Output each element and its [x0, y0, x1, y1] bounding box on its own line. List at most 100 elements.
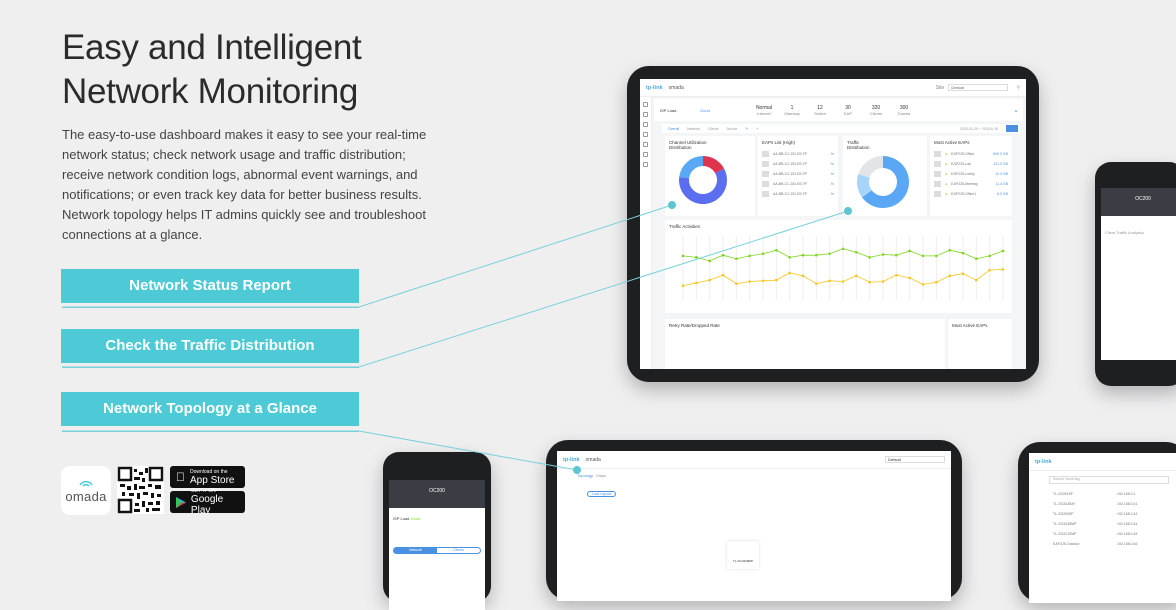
add-icon[interactable]: + — [756, 127, 758, 131]
device-icon — [934, 161, 941, 167]
tab-clients[interactable]: Clients — [708, 127, 719, 131]
data-point — [815, 253, 818, 257]
site-select[interactable]: Default — [948, 84, 1009, 91]
data-point — [895, 273, 898, 277]
clients-icon[interactable] — [643, 132, 648, 137]
switch-node[interactable]: TL-SG3428MP — [727, 541, 759, 569]
device-icon — [934, 181, 941, 187]
data-point — [935, 254, 938, 258]
list-item[interactable]: ● EAP225-Meeting 11.4 GB — [930, 179, 1012, 189]
list-item[interactable]: ● EAP225-Lab 121.0 GB — [930, 159, 1012, 169]
data-point — [921, 283, 925, 286]
dashboard-screen: tp-link omada Site Default ⚲ ISP Load Go… — [640, 79, 1026, 369]
retry-rate-card: Retry Rate/Dropped Rate — [665, 319, 945, 369]
list-item[interactable]: AA-BB-CC-DD-EE-FF -% — [758, 179, 838, 189]
device-icon — [762, 161, 769, 167]
device-name: TL-SG2210MP — [1053, 532, 1077, 536]
refresh-button[interactable] — [1006, 125, 1018, 132]
qr-code — [117, 466, 164, 514]
traffic-distribution-button[interactable]: Check the Traffic Distribution — [61, 329, 359, 363]
tab-topology[interactable]: Topology — [577, 473, 593, 478]
list-item[interactable]: ● EAP225-Office1 6.0 GB — [930, 189, 1012, 199]
data-point — [961, 251, 965, 255]
donut-slice — [679, 156, 704, 179]
stats-icon[interactable] — [643, 112, 648, 117]
data-point — [735, 282, 738, 285]
isp-load: ISP Load Good — [393, 516, 421, 521]
device-icon — [762, 171, 769, 177]
list-item[interactable]: TL-SX3016F 192.168.0.1 — [1049, 489, 1176, 499]
settings-icon[interactable] — [643, 162, 648, 167]
omada-app-icon[interactable]: omada — [61, 466, 111, 515]
devices-icon[interactable] — [643, 122, 648, 127]
edit-icon[interactable]: ✎ — [745, 127, 748, 131]
data-point — [788, 256, 791, 259]
list-item[interactable]: AA-BB-CC-DD-EE-FF -% — [758, 159, 838, 169]
list-item[interactable]: AA-BB-CC-DD-EE-FF -% — [758, 149, 838, 159]
card-title: Most Active EAPs — [934, 140, 970, 145]
app-store-badge[interactable]:  Download on theApp Store — [170, 466, 245, 488]
list-item[interactable]: TL-SG2008P 192.168.0.42 — [1049, 509, 1176, 519]
map-icon[interactable] — [643, 152, 648, 157]
list-item[interactable]: ● EAP225-Office 600.0 GB — [930, 149, 1012, 159]
card-title: Channel Utilization Distribution — [669, 140, 707, 150]
value: 12.0 GB — [995, 172, 1008, 176]
card-title: Traffic Distribution — [847, 140, 870, 150]
ip-address: 192.168.0.1 — [1117, 492, 1136, 496]
network-topology-button[interactable]: Network Topology at a Glance — [61, 392, 359, 426]
device-name: TL-SG2008P — [1053, 512, 1074, 516]
dashboard-icon[interactable] — [643, 102, 648, 107]
data-point — [801, 274, 805, 278]
value: 11.4 GB — [995, 182, 1008, 186]
search-input[interactable]: Search name/tag — [1049, 476, 1169, 484]
site-select[interactable]: Default — [885, 456, 945, 463]
list-item[interactable]: EAP225-Outdoor 192.168.0.46 — [1049, 539, 1176, 549]
list-item[interactable]: TL-SG3428XF 192.168.0.41 — [1049, 499, 1176, 509]
date-range[interactable]: 2020-01-29 ~ 2020-6-15 — [960, 127, 998, 131]
device-name: EAP225-Outdoor — [1053, 542, 1080, 546]
phone-screen: OC200 Client Traffic Analytics — [1101, 188, 1176, 360]
chevron-down-icon[interactable]: ⌄ — [1013, 106, 1019, 114]
list-item[interactable]: AA-BB-CC-DD-EE-FF -% — [758, 169, 838, 179]
data-point — [681, 254, 685, 258]
network-status-report-button[interactable]: Network Status Report — [61, 269, 359, 303]
insight-icon[interactable] — [643, 142, 648, 147]
stat-internet: Normal Internet — [755, 104, 773, 116]
eap-name: EAP225-Meeting — [951, 182, 978, 186]
main-tablet: tp-link omada Site Default ⚲ ISP Load Go… — [627, 66, 1039, 382]
phone-header: OC200 — [389, 480, 485, 508]
most-active-eaps-card: Most Active EAPs ● EAP225-Office 600.0 GB ●… — [930, 136, 1012, 216]
value: -% — [829, 192, 834, 196]
status-dot: ● — [945, 152, 948, 156]
data-point — [801, 253, 805, 257]
left-phone: OC200 ISP Load Good Network Clients — [383, 452, 491, 610]
divider — [62, 367, 359, 368]
list-item[interactable]: TL-SG3428MP 192.168.0.44 — [1049, 519, 1176, 529]
tab-overall[interactable]: Overall — [668, 127, 679, 131]
title-line-2: Network Monitoring — [62, 72, 359, 111]
data-point — [948, 248, 951, 252]
mac: AA-BB-CC-DD-EE-FF — [773, 152, 808, 156]
tab-maps[interactable]: Maps — [596, 473, 606, 478]
top-bar: tp-link omada Site Default ⚲ — [640, 79, 1026, 97]
lock-layout-button[interactable]: Lock Layout — [587, 491, 616, 497]
list-item[interactable]: TL-SG2210MP 192.168.0.45 — [1049, 529, 1176, 539]
stat-guests: 300 Guests — [897, 104, 911, 116]
tab-network[interactable]: Network — [687, 127, 700, 131]
data-point — [681, 284, 685, 288]
google-play-badge[interactable]: GET IT ON Google Play — [170, 488, 245, 516]
list-item[interactable]: ● EAP225-Lobby 12.0 GB — [930, 169, 1012, 179]
status-bar: ISP Load Good Normal Internet 1 Gateway 12… — [654, 99, 1023, 121]
phone-tabs[interactable]: Network Clients — [393, 547, 481, 554]
search-icon[interactable]: ⚲ — [1016, 85, 1020, 91]
traffic-donut — [857, 156, 909, 208]
status-dot: ● — [945, 182, 948, 186]
ip-address: 192.168.0.46 — [1117, 542, 1138, 546]
list-item[interactable]: AA-BB-CC-DD-EE-FF -% — [758, 189, 838, 199]
stat-clients: 320 Clients — [869, 104, 883, 116]
value: -% — [829, 162, 834, 166]
traffic-activities-card: Traffic Activities — [665, 220, 1012, 313]
data-point — [935, 280, 938, 284]
tab-device[interactable]: Device — [727, 127, 738, 131]
data-point — [895, 253, 898, 257]
